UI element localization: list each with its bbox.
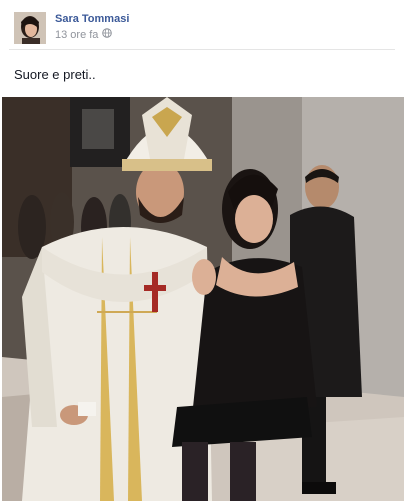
facebook-post: Sara Tommasi 13 ore fa Suore e preti..: [0, 0, 407, 503]
post-meta: 13 ore fa: [55, 28, 113, 41]
post-photo[interactable]: [2, 97, 404, 501]
author-avatar[interactable]: [14, 12, 46, 44]
post-timestamp[interactable]: 13 ore fa: [55, 29, 98, 41]
globe-icon[interactable]: [102, 28, 113, 41]
author-name-link[interactable]: Sara Tommasi: [55, 13, 129, 25]
header-divider: [9, 49, 395, 50]
post-text: Suore e preti..: [14, 67, 96, 82]
